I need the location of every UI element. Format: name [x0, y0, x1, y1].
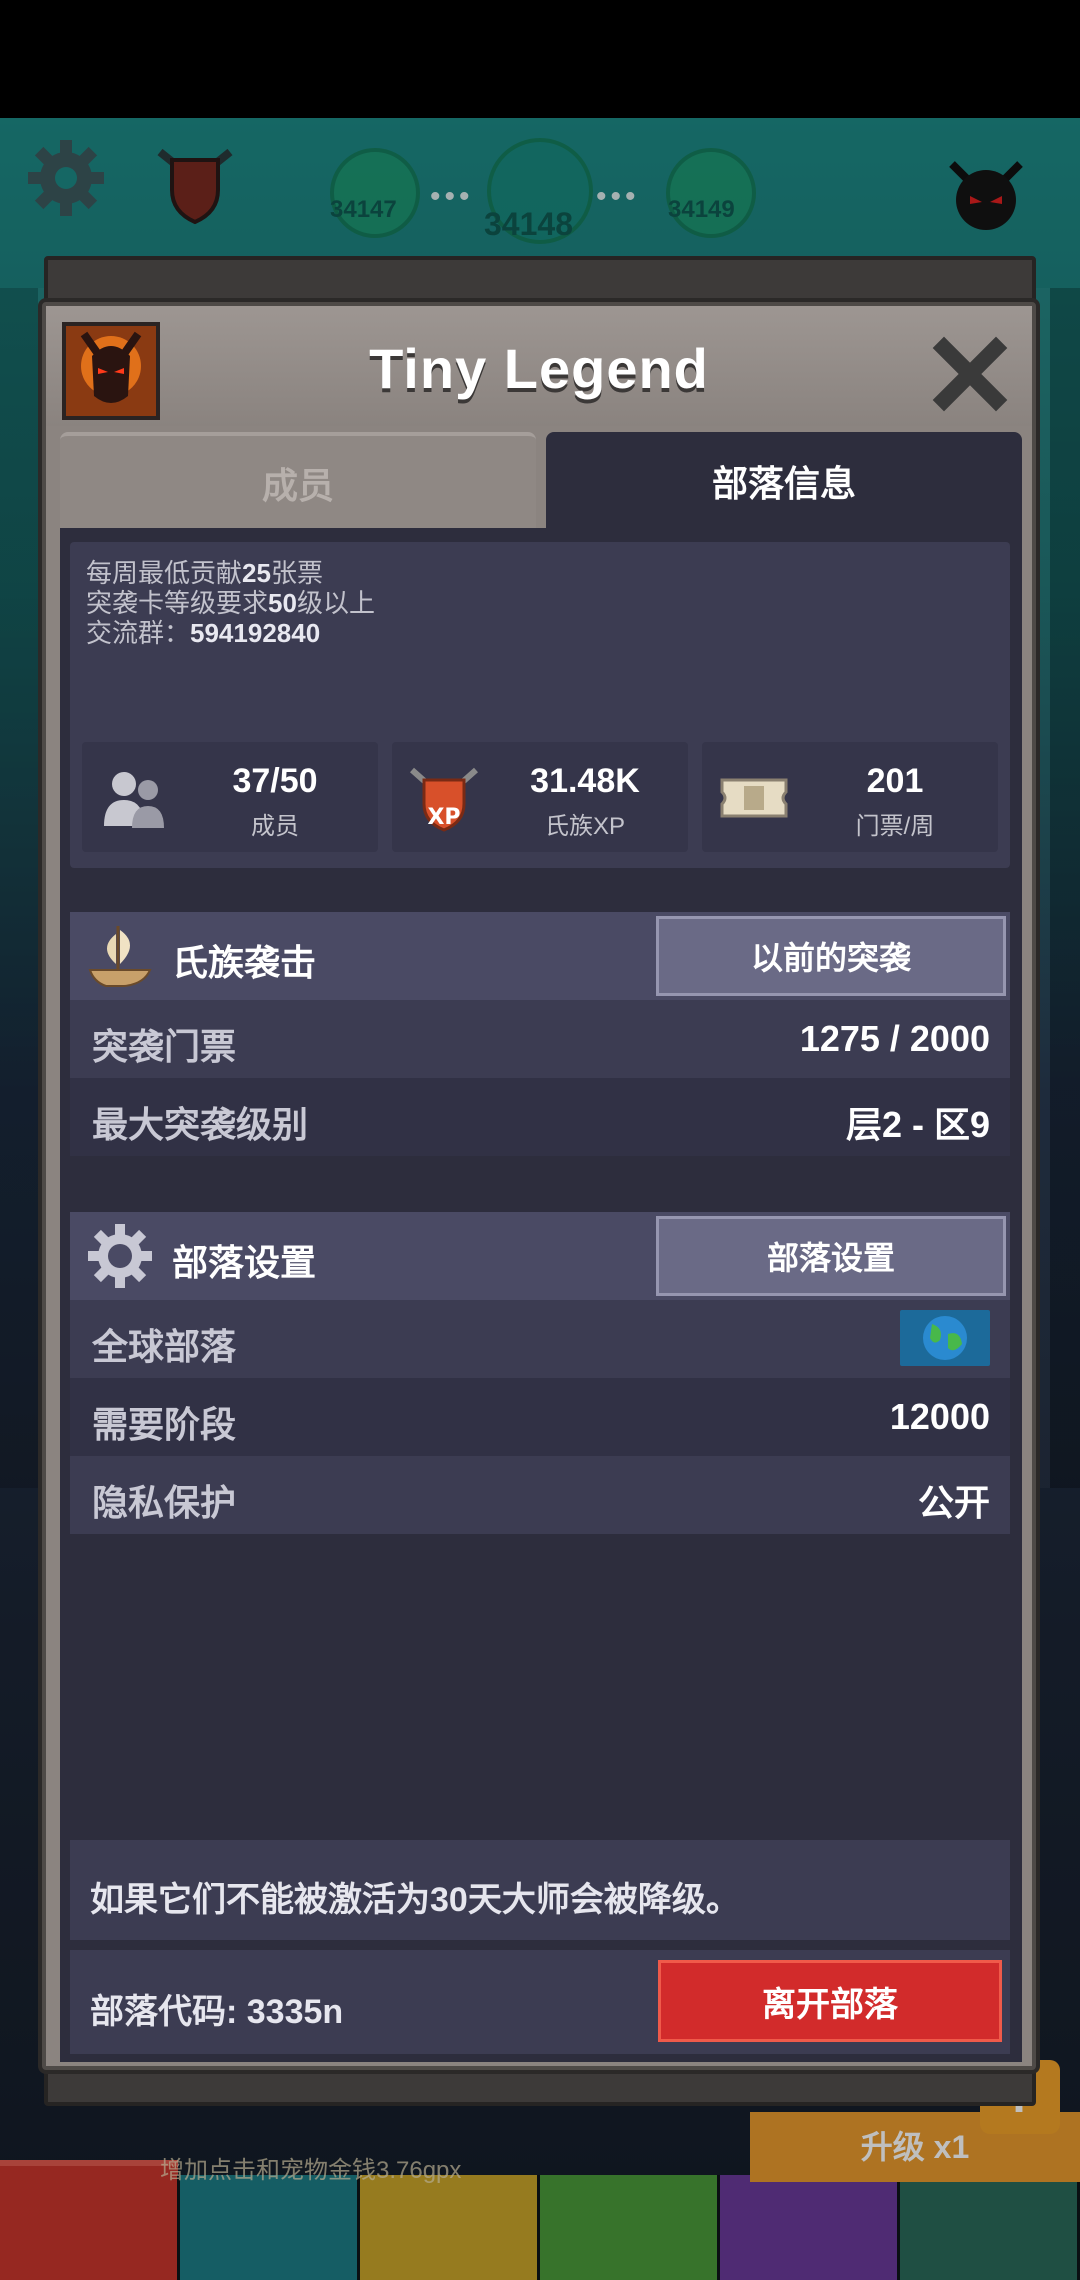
stat-clan-xp: XP 31.48K 氏族XP — [392, 742, 688, 852]
clan-description: 每周最低贡献25张票 突袭卡等级要求50级以上 交流群：594192840 — [86, 558, 375, 648]
desc-line1-number: 25 — [242, 558, 271, 588]
stat-members-value: 37/50 — [232, 762, 318, 800]
desc-line3-number: 594192840 — [190, 618, 321, 648]
desc-line3-text: 交流群： — [86, 618, 191, 648]
desc-line2-number: 50 — [268, 588, 297, 618]
clan-settings-title: 部落设置 — [172, 1242, 317, 1283]
demotion-note-text: 如果它们不能被激活为30天大师会被降级。 — [90, 1881, 740, 1919]
leave-clan-button[interactable]: 离开部落 — [658, 1960, 1002, 2042]
raid-tickets-label: 突袭门票 — [92, 1026, 237, 1067]
privacy-label: 隐私保护 — [92, 1482, 237, 1523]
stat-tickets-value: 201 — [866, 762, 924, 800]
raid-tickets-value: 1275 / 2000 — [799, 1018, 990, 1059]
max-raid-level-label: 最大突袭级别 — [92, 1104, 309, 1145]
demotion-note-box: 如果它们不能被激活为30天大师会被降级。 — [70, 1840, 1010, 1940]
required-stage-label: 需要阶段 — [92, 1404, 237, 1445]
ship-icon — [88, 926, 152, 987]
global-clan-label: 全球部落 — [92, 1326, 237, 1367]
tab-clan-info[interactable]: 部落信息 — [546, 432, 1022, 530]
clan-description-box: 每周最低贡献25张票 突袭卡等级要求50级以上 交流群：594192840 37… — [70, 542, 1010, 868]
global-clan-row: 全球部落 — [70, 1300, 1010, 1378]
clan-footer: 部落代码: 3335n 离开部落 — [70, 1950, 1010, 2054]
tab-members[interactable]: 成员 — [60, 432, 536, 530]
close-icon[interactable] — [932, 336, 1008, 412]
stat-members: 37/50 成员 — [82, 742, 378, 852]
required-stage-value: 12000 — [889, 1396, 990, 1437]
clan-settings-header: 部落设置 部落设置 — [70, 1212, 1010, 1300]
desc-line2-suffix: 级以上 — [296, 588, 375, 618]
stat-clan-xp-value: 31.48K — [530, 762, 640, 800]
stat-tickets: 201 门票/周 — [702, 742, 998, 852]
clan-raid-title: 氏族袭击 — [172, 942, 317, 983]
clan-settings-button[interactable]: 部落设置 — [656, 1216, 1006, 1296]
stat-members-label: 成员 — [251, 813, 299, 840]
privacy-row: 隐私保护 公开 — [70, 1456, 1010, 1534]
desc-line1-text: 每周最低贡献 — [86, 558, 243, 588]
required-stage-row: 需要阶段 12000 — [70, 1378, 1010, 1456]
desc-line1-suffix: 张票 — [270, 558, 323, 588]
clan-raid-header: 氏族袭击 以前的突袭 — [70, 912, 1010, 1000]
dialog-title: Tiny Legend — [369, 337, 709, 400]
clan-info-content: 每周最低贡献25张票 突袭卡等级要求50级以上 交流群：594192840 37… — [60, 528, 1022, 2062]
desc-line2-text: 突袭卡等级要求 — [86, 588, 269, 618]
privacy-value: 公开 — [917, 1482, 990, 1523]
max-raid-level-value: 层2 - 区9 — [845, 1104, 990, 1145]
clan-info-dialog: Tiny Legend 成员 部落信息 每周最低贡献25张票 突袭卡等级要求50… — [42, 302, 1036, 2070]
stat-tickets-label: 门票/周 — [855, 813, 935, 840]
raid-tickets-row: 突袭门票 1275 / 2000 — [70, 1000, 1010, 1078]
dialog-title-bar: Tiny Legend — [46, 306, 1032, 426]
previous-raids-button[interactable]: 以前的突袭 — [656, 916, 1006, 996]
stat-clan-xp-label: 氏族XP — [544, 813, 625, 840]
settings-gear-icon — [88, 1224, 152, 1288]
globe-icon — [900, 1310, 990, 1366]
clan-code-text: 部落代码: 3335n — [90, 1993, 344, 2031]
max-raid-level-row: 最大突袭级别 层2 - 区9 — [70, 1078, 1010, 1156]
